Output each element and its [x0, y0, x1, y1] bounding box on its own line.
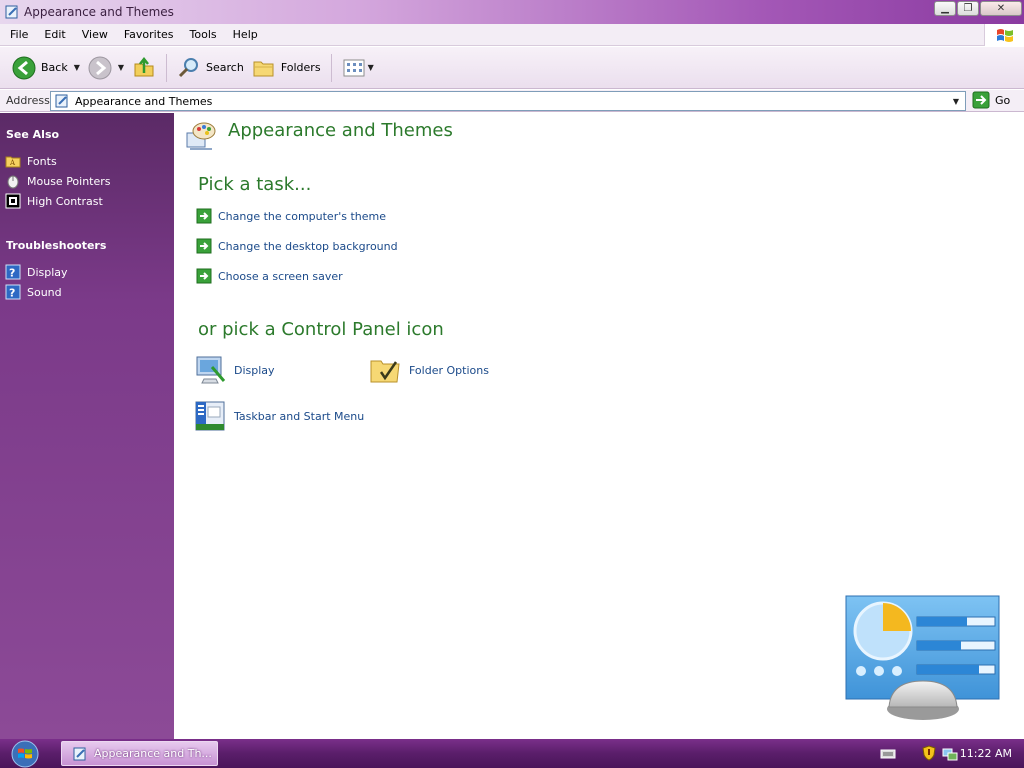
views-grid-icon: [343, 59, 365, 76]
task-label: Change the desktop background: [218, 239, 398, 253]
folder-options-icon: [370, 360, 400, 383]
restore-button[interactable]: ❐: [957, 1, 979, 16]
sidebar-item-high-contrast[interactable]: High Contrast: [0, 191, 103, 211]
troubleshooters-heading: Troubleshooters: [6, 239, 107, 252]
task-label: Change the computer's theme: [218, 209, 386, 223]
address-dropdown-icon[interactable]: ▼: [949, 94, 963, 108]
task-arrow-icon: [196, 268, 212, 284]
svg-text:?: ?: [9, 267, 15, 280]
up-folder-icon: [134, 56, 154, 76]
back-label: Back: [41, 61, 68, 74]
pick-task-heading: Pick a task...: [198, 174, 312, 195]
keyboard-icon[interactable]: [880, 748, 896, 760]
taskbar-icon: [195, 401, 225, 431]
start-button[interactable]: [0, 739, 50, 768]
toolbar-separator: [166, 53, 168, 82]
address-label: Address: [6, 94, 50, 107]
cp-icon-taskbar-start-menu[interactable]: Taskbar and Start Menu: [194, 399, 364, 433]
sidebar-item-label: High Contrast: [27, 194, 103, 208]
taskbar-item-appearance-themes[interactable]: Appearance and Th...: [61, 741, 218, 766]
control-panel-watermark-icon: [845, 595, 1000, 720]
network-icon[interactable]: [942, 745, 958, 761]
folders-button[interactable]: Folders: [248, 52, 325, 84]
views-dropdown-icon[interactable]: ▼: [368, 63, 374, 72]
control-panel-icon: [5, 5, 18, 19]
windows-flag-icon: [984, 24, 1024, 46]
display-icon: [196, 356, 226, 384]
mouse-icon: [7, 175, 19, 189]
control-panel-icon: [73, 747, 86, 760]
sidebar-item-sound-troubleshooter[interactable]: ? Sound: [0, 282, 62, 302]
folder-fonts-icon: A: [5, 156, 21, 168]
taskbar: Appearance and Th... 11:22 AM: [0, 739, 1024, 768]
menu-bar: File Edit View Favorites Tools Help: [0, 24, 1024, 46]
address-bar: Address Appearance and Themes ▼ Go: [0, 90, 1024, 112]
toolbar-separator: [330, 53, 332, 82]
task-arrow-icon: [196, 238, 212, 254]
cp-icon-label: Folder Options: [409, 363, 489, 377]
forward-button[interactable]: ▼: [84, 52, 128, 84]
search-label: Search: [206, 61, 244, 74]
go-label: Go: [995, 93, 1011, 107]
appearance-themes-icon: [186, 122, 216, 150]
see-also-heading: See Also: [6, 128, 60, 141]
search-button[interactable]: Search: [173, 52, 248, 84]
menu-edit[interactable]: Edit: [36, 24, 73, 46]
security-shield-icon[interactable]: [922, 745, 936, 761]
menu-favorites[interactable]: Favorites: [116, 24, 182, 46]
sidebar-item-label: Fonts: [27, 154, 57, 168]
task-change-theme[interactable]: Change the computer's theme: [196, 208, 386, 224]
title-bar: Appearance and Themes ▁ ❐ ✕: [0, 0, 1024, 24]
folders-label: Folders: [280, 61, 321, 74]
address-input[interactable]: Appearance and Themes ▼: [50, 91, 966, 111]
task-label: Choose a screen saver: [218, 269, 343, 283]
task-arrow-icon: [196, 208, 212, 224]
menu-file[interactable]: File: [0, 24, 36, 46]
back-arrow-icon: [12, 56, 36, 79]
close-button[interactable]: ✕: [980, 1, 1022, 16]
forward-dropdown-icon[interactable]: ▼: [118, 63, 124, 72]
views-button[interactable]: ▼: [338, 52, 378, 84]
back-button[interactable]: Back ▼: [8, 52, 84, 84]
help-icon: ?: [5, 264, 21, 280]
control-panel-icon: [55, 94, 68, 108]
up-folder-button[interactable]: [128, 52, 160, 84]
cp-icon-label: Taskbar and Start Menu: [234, 409, 365, 423]
pick-icon-heading: or pick a Control Panel icon: [198, 319, 444, 340]
menu-help[interactable]: Help: [225, 24, 266, 46]
high-contrast-icon: [5, 193, 21, 209]
cp-icon-display[interactable]: Display: [194, 353, 275, 387]
sidebar-item-mouse-pointers[interactable]: Mouse Pointers: [0, 171, 111, 191]
sidebar-item-display-troubleshooter[interactable]: ? Display: [0, 262, 68, 282]
taskbar-item-label: Appearance and Th...: [94, 747, 212, 760]
sidebar-item-label: Display: [27, 265, 68, 279]
cp-icon-folder-options[interactable]: Folder Options: [369, 353, 489, 387]
sidebar-item-label: Sound: [27, 285, 62, 299]
windows-start-orb-icon: [11, 740, 39, 767]
svg-text:?: ?: [9, 287, 15, 300]
menu-tools[interactable]: Tools: [182, 24, 225, 46]
window-title: Appearance and Themes: [24, 5, 174, 19]
sidebar: See Also A Fonts Mouse Pointers High Con…: [0, 113, 174, 739]
clock[interactable]: 11:22 AM: [960, 747, 1012, 760]
folders-icon: [253, 61, 274, 76]
cp-icon-label: Display: [234, 363, 275, 377]
toolbar: Back ▼ ▼ Search Folders ▼: [0, 47, 1024, 89]
go-button[interactable]: Go: [972, 91, 1010, 109]
search-icon: [178, 57, 199, 77]
menu-view[interactable]: View: [74, 24, 116, 46]
back-dropdown-icon[interactable]: ▼: [74, 63, 80, 72]
minimize-button[interactable]: ▁: [934, 1, 956, 16]
system-tray: 11:22 AM: [872, 739, 1024, 768]
address-value: Appearance and Themes: [75, 94, 213, 108]
help-icon: ?: [5, 284, 21, 300]
forward-arrow-icon: [88, 56, 112, 79]
go-arrow-icon: [972, 91, 990, 109]
task-screen-saver[interactable]: Choose a screen saver: [196, 268, 343, 284]
page-title: Appearance and Themes: [228, 120, 453, 141]
task-change-background[interactable]: Change the desktop background: [196, 238, 398, 254]
sidebar-item-fonts[interactable]: A Fonts: [0, 151, 57, 171]
sidebar-item-label: Mouse Pointers: [27, 174, 111, 188]
svg-text:A: A: [9, 159, 16, 167]
